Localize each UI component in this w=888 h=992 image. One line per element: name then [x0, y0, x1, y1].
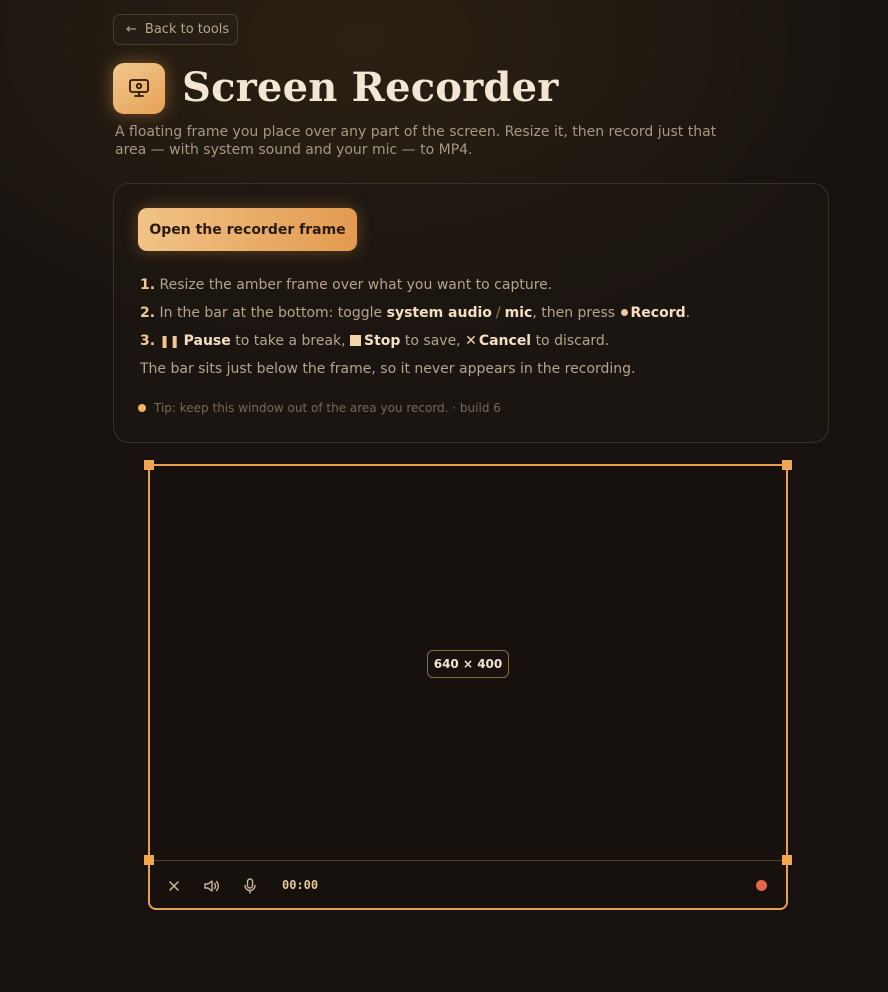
- page-subtitle: A floating frame you place over any part…: [115, 124, 717, 158]
- mic-toggle[interactable]: [239, 875, 261, 897]
- recorder-frame[interactable]: 640 × 400 00:00: [144, 460, 792, 910]
- resize-handle-top-left[interactable]: [144, 460, 154, 470]
- record-label: Record: [630, 305, 686, 321]
- arrow-left-icon: ←: [126, 22, 137, 37]
- microphone-icon: [244, 878, 256, 894]
- system-audio-label: system audio: [386, 305, 492, 321]
- cancel-icon: ✕: [465, 333, 477, 349]
- open-recorder-frame-button[interactable]: Open the recorder frame: [138, 208, 357, 251]
- pause-icon: ❚❚: [159, 334, 180, 348]
- system-audio-toggle[interactable]: [201, 875, 223, 897]
- recording-timer: 00:00: [282, 878, 319, 892]
- record-dot-icon: [620, 308, 628, 316]
- back-to-tools-button[interactable]: ← Back to tools: [113, 14, 238, 45]
- tip-text: Tip: keep this window out of the area yo…: [154, 401, 501, 415]
- tip-dot-icon: [138, 404, 146, 412]
- resize-handle-top-right[interactable]: [782, 460, 792, 470]
- recorder-control-bar: 00:00: [150, 862, 786, 908]
- stop-icon: [350, 334, 362, 346]
- step-3: 3. ❚❚ Pause to take a break, Stop to save…: [140, 333, 610, 349]
- capture-area[interactable]: 640 × 400: [150, 466, 786, 861]
- page-title: Screen Recorder: [182, 64, 559, 111]
- back-label: Back to tools: [144, 22, 230, 37]
- speaker-icon: [204, 880, 219, 892]
- step-note: The bar sits just below the frame, so it…: [140, 361, 636, 377]
- frame-size-badge: 640 × 400: [427, 650, 509, 678]
- monitor-icon: [113, 62, 165, 114]
- step-2: 2. In the bar at the bottom: toggle syst…: [140, 305, 691, 321]
- pause-label: Pause: [183, 333, 231, 349]
- cancel-label: Cancel: [478, 333, 532, 349]
- tip-row: Tip: keep this window out of the area yo…: [138, 401, 501, 415]
- close-button[interactable]: [163, 875, 185, 897]
- record-button[interactable]: [756, 880, 767, 891]
- close-icon: [169, 881, 179, 891]
- mic-label: mic: [504, 305, 533, 321]
- step-1: 1. Resize the amber frame over what you …: [140, 277, 553, 293]
- page-header: Screen Recorder: [113, 62, 559, 114]
- instructions-card: Open the recorder frame 1. Resize the am…: [113, 183, 829, 443]
- steps-list: 1. Resize the amber frame over what you …: [140, 276, 800, 388]
- stop-label: Stop: [364, 333, 401, 349]
